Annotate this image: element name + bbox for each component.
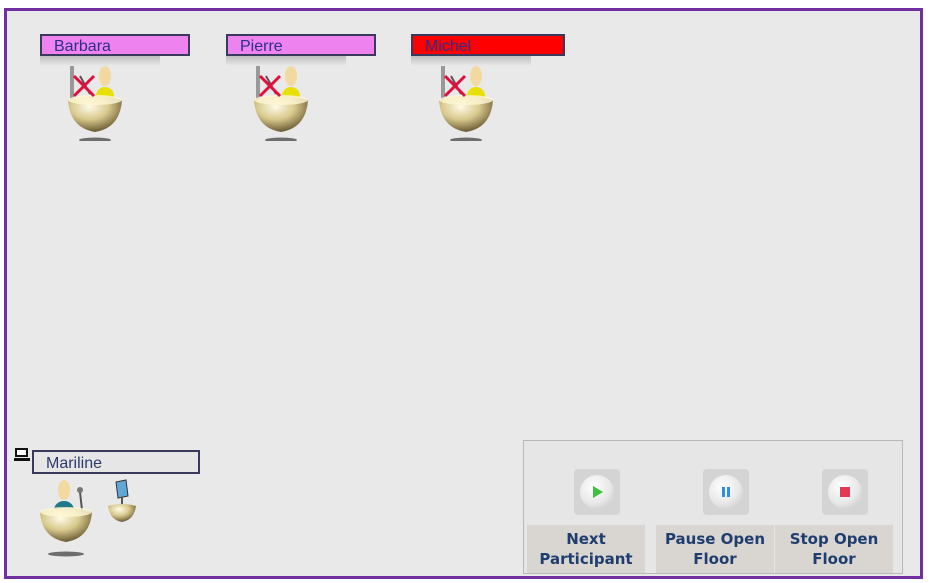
muted-desk-avatar-icon xyxy=(68,66,122,141)
computer-icon xyxy=(14,448,30,461)
participant-name: Michel xyxy=(411,34,565,56)
stop-icon xyxy=(840,487,850,497)
participant-seat-barbara[interactable]: Barbara xyxy=(40,34,200,149)
host-seat-mariline[interactable]: Mariline xyxy=(14,448,200,563)
pause-open-floor-control[interactable]: Pause Open Floor xyxy=(656,467,774,574)
stop-open-floor-label: Stop Open Floor xyxy=(775,525,893,573)
participant-seat-pierre[interactable]: Pierre xyxy=(226,34,386,149)
play-icon xyxy=(593,486,603,498)
stop-open-floor-control[interactable]: Stop Open Floor xyxy=(775,467,893,574)
host-name: Mariline xyxy=(32,450,200,474)
participant-name: Barbara xyxy=(40,34,190,56)
muted-desk-avatar-icon xyxy=(254,66,308,141)
participant-seat-michel[interactable]: Michel xyxy=(411,34,571,149)
pause-open-floor-label: Pause Open Floor xyxy=(656,525,774,573)
next-participant-button[interactable] xyxy=(574,469,620,515)
host-desk-avatar-icon xyxy=(40,479,136,557)
pause-icon xyxy=(722,487,730,497)
muted-desk-avatar-icon xyxy=(439,66,493,141)
participant-name: Pierre xyxy=(226,34,376,56)
floor-controls-panel: Next Participant Pause Open Floor Stop O… xyxy=(523,440,903,574)
pause-open-floor-button[interactable] xyxy=(703,469,749,515)
next-participant-label: Next Participant xyxy=(527,525,645,573)
next-participant-control[interactable]: Next Participant xyxy=(527,467,645,574)
stop-open-floor-button[interactable] xyxy=(822,469,868,515)
